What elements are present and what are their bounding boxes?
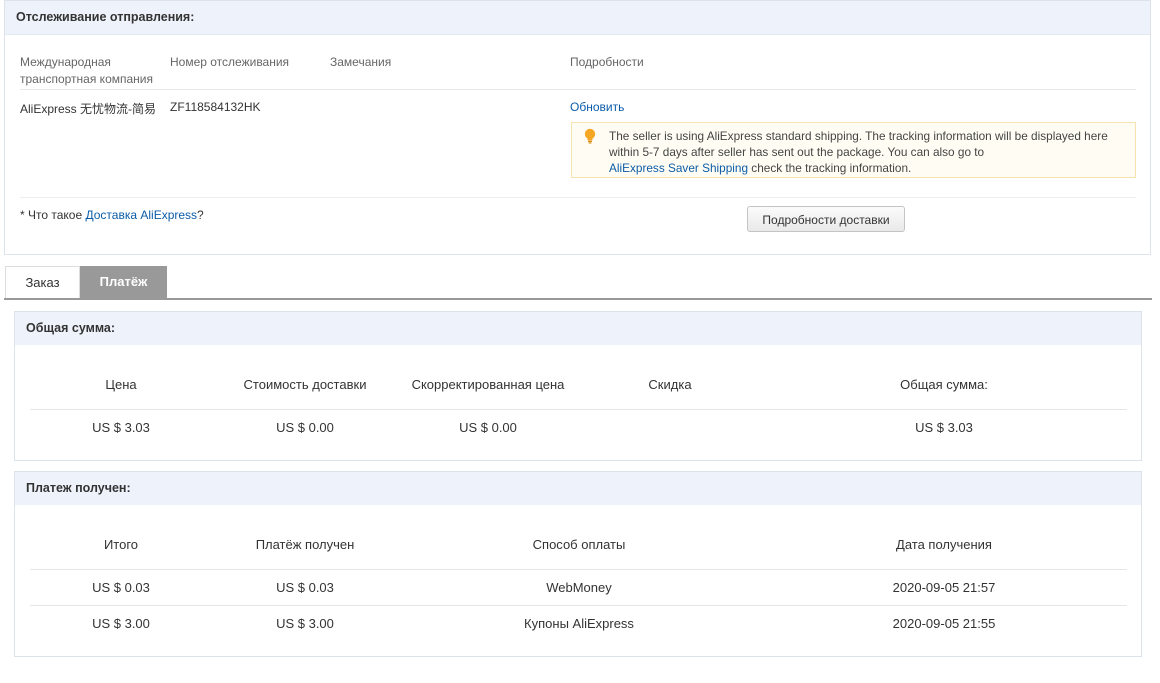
saver-shipping-link[interactable]: AliExpress Saver Shipping	[609, 161, 748, 175]
payment-header-method: Способ оплаты	[532, 537, 626, 552]
row-divider	[30, 569, 1127, 570]
notice-line-3-rest: check the tracking information.	[748, 161, 912, 175]
total-section: Общая сумма: Цена Стоимость доставки Ско…	[14, 311, 1142, 461]
tab-order[interactable]: Заказ	[5, 266, 80, 298]
payment-row-2-total: US $ 3.00	[92, 616, 150, 631]
total-adjusted: US $ 0.00	[459, 420, 517, 435]
payment-row-1-received: US $ 0.03	[276, 580, 334, 595]
total-header-price: Цена	[105, 377, 137, 392]
refresh-link[interactable]: Обновить	[570, 100, 624, 114]
payment-row-1-method: WebMoney	[546, 580, 612, 595]
notice-line-3: AliExpress Saver Shipping check the trac…	[609, 160, 1129, 176]
payment-header-total: Итого	[103, 537, 139, 552]
total-sum: US $ 3.03	[915, 420, 973, 435]
total-title: Общая сумма:	[15, 312, 1141, 345]
payment-row-1-total: US $ 0.03	[92, 580, 150, 595]
total-shipping: US $ 0.00	[276, 420, 334, 435]
total-header-adjusted: Скорректированная цена	[411, 377, 565, 392]
total-header-total: Общая сумма:	[900, 377, 988, 392]
footnote: * Что такое Доставка AliExpress?	[20, 208, 204, 222]
payment-row-2-method: Купоны AliExpress	[524, 616, 634, 631]
lightbulb-icon	[584, 128, 596, 144]
tracking-number-value: ZF118584132HK	[170, 100, 261, 114]
notice-line-1: The seller is using AliExpress standard …	[609, 129, 1108, 143]
tracking-panel: Отслеживание отправления: Международная …	[4, 0, 1151, 255]
divider	[20, 197, 1136, 198]
payment-title: Платеж получен:	[15, 472, 1141, 505]
payment-row-1-date: 2020-09-05 21:57	[892, 580, 996, 595]
row-divider	[30, 605, 1127, 606]
col-remarks: Замечания	[330, 55, 392, 69]
carrier-value: AliExpress 无忧物流-简易	[20, 102, 157, 116]
payment-header-date: Дата получения	[896, 537, 992, 552]
footnote-suffix: ?	[197, 208, 204, 222]
tab-underline	[4, 298, 1152, 300]
total-header-shipping: Стоимость доставки	[243, 377, 367, 392]
notice-line-2: within 5-7 days after seller has sent ou…	[609, 145, 985, 159]
total-price: US $ 3.03	[92, 420, 150, 435]
notice-text: The seller is using AliExpress standard …	[609, 128, 1129, 176]
shipping-notice: The seller is using AliExpress standard …	[571, 122, 1136, 178]
col-details: Подробности	[570, 55, 644, 69]
row-divider	[30, 409, 1127, 410]
divider	[20, 89, 1136, 90]
payment-header-received: Платёж получен	[255, 537, 355, 552]
delivery-details-button[interactable]: Подробности доставки	[747, 206, 905, 232]
payment-section: Платеж получен: Итого Платёж получен Спо…	[14, 471, 1142, 657]
tracking-title: Отслеживание отправления:	[5, 1, 1150, 35]
footnote-prefix: * Что такое	[20, 208, 86, 222]
payment-row-2-received: US $ 3.00	[276, 616, 334, 631]
aliexpress-delivery-link[interactable]: Доставка AliExpress	[85, 208, 197, 222]
col-carrier: Международная транспортная компания	[20, 55, 153, 86]
tab-payment[interactable]: Платёж	[80, 266, 167, 298]
col-tracking-number: Номер отслеживания	[170, 55, 290, 69]
total-header-discount: Скидка	[648, 377, 692, 392]
payment-row-2-date: 2020-09-05 21:55	[892, 616, 996, 631]
